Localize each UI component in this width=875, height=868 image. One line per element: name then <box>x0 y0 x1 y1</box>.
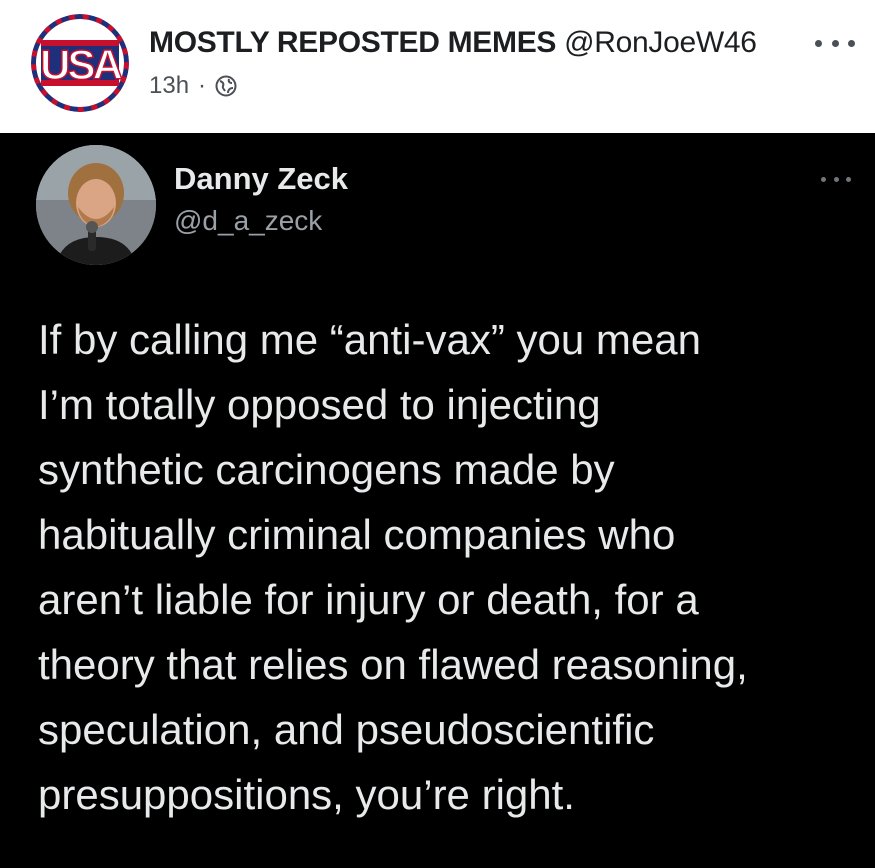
author-handle[interactable]: @d_a_zeck <box>174 205 322 237</box>
menu-dot <box>848 39 855 47</box>
avatar[interactable] <box>36 145 156 265</box>
tweet-line: If by calling me “anti-vax” you mean <box>38 316 701 363</box>
post-time[interactable]: 13h <box>149 72 189 100</box>
menu-dot <box>815 39 822 47</box>
post-meta: 13h · <box>149 72 237 100</box>
tweet-line: speculation, and pseudoscientific <box>38 706 655 753</box>
more-horizontal-icon[interactable] <box>815 28 855 58</box>
menu-dot <box>821 176 826 182</box>
more-horizontal-icon[interactable] <box>821 175 851 183</box>
author-name[interactable]: Danny Zeck <box>174 161 348 197</box>
tweet-line: I’m totally opposed to injecting <box>38 381 601 428</box>
page-avatar[interactable]: USA <box>31 14 129 112</box>
tweet-line: habitually criminal companies who <box>38 511 676 558</box>
tweet-line: aren’t liable for injury or death, for a <box>38 576 699 623</box>
tweet-text: If by calling me “anti-vax” you mean I’m… <box>38 307 868 827</box>
tweet-line: synthetic carcinogens made by <box>38 446 615 493</box>
meta-separator: · <box>198 72 207 99</box>
post-header: USA MOSTLY REPOSTED MEMES @RonJoeW46 13h … <box>0 0 875 133</box>
profile-photo-icon <box>36 145 156 265</box>
page-title[interactable]: MOSTLY REPOSTED MEMES @RonJoeW46 <box>149 26 757 60</box>
globe-icon[interactable] <box>215 75 237 97</box>
menu-dot <box>833 176 839 182</box>
tweet-line: theory that relies on flawed reasoning, <box>38 641 748 688</box>
menu-dot <box>831 39 839 47</box>
menu-dot <box>846 176 851 182</box>
usa-logo-icon: USA <box>31 14 129 112</box>
tweet-card: Danny Zeck @d_a_zeck If by calling me “a… <box>0 133 875 868</box>
page-handle[interactable]: @RonJoeW46 <box>564 26 757 59</box>
usa-logo-text: USA <box>40 41 122 88</box>
tweet-line: presuppositions, you’re right. <box>38 771 575 818</box>
page-name[interactable]: MOSTLY REPOSTED MEMES <box>149 26 556 59</box>
